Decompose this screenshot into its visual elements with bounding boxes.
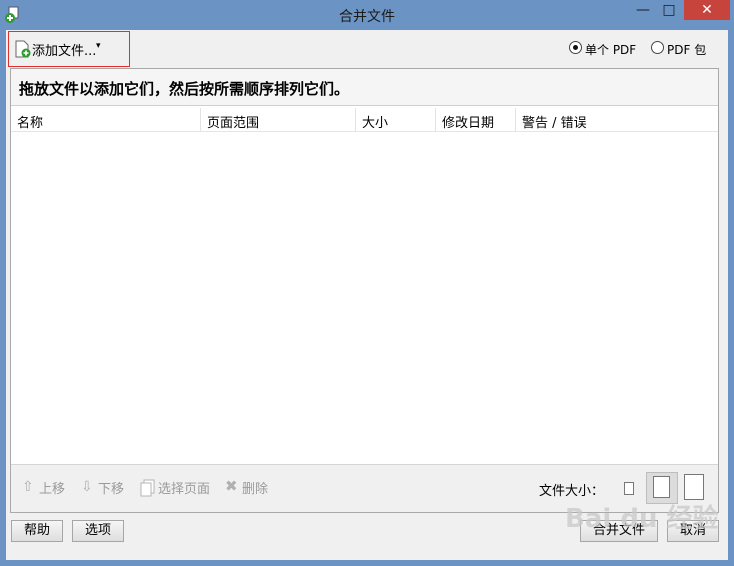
add-files-label: 添加文件... xyxy=(32,44,97,59)
options-button[interactable]: 选项 xyxy=(72,520,124,542)
help-button[interactable]: 帮助 xyxy=(11,520,63,542)
radio-pdf-package-label[interactable]: PDF 包 xyxy=(667,41,706,58)
radio-pdf-package[interactable] xyxy=(651,41,664,54)
delete-button[interactable]: 删除 xyxy=(242,478,268,497)
add-file-icon xyxy=(15,40,31,58)
pages-icon xyxy=(140,479,155,497)
minimize-button[interactable]: — xyxy=(630,0,656,20)
column-header-page-range[interactable]: 页面范围 xyxy=(207,112,259,131)
small-document-icon xyxy=(624,482,634,495)
column-divider[interactable] xyxy=(435,108,436,131)
arrow-down-icon: ⇩ xyxy=(81,479,93,495)
drop-hint: 拖放文件以添加它们，然后按所需顺序排列它们。 xyxy=(19,80,350,98)
column-divider[interactable] xyxy=(515,108,516,131)
chevron-down-icon[interactable]: ▾ xyxy=(96,41,101,51)
radio-single-pdf-label[interactable]: 单个 PDF xyxy=(585,41,636,58)
window-title: 合并文件 xyxy=(339,9,395,25)
delete-icon: ✖ xyxy=(225,477,238,495)
file-size-label: 文件大小： xyxy=(539,484,605,499)
column-header-size[interactable]: 大小 xyxy=(362,112,388,131)
column-header-modified-date[interactable]: 修改日期 xyxy=(442,112,494,131)
watermark: Bai du 经验 xyxy=(565,504,719,534)
column-header-name[interactable]: 名称 xyxy=(17,112,43,131)
close-button[interactable]: ✕ xyxy=(684,0,730,20)
column-divider[interactable] xyxy=(200,108,201,131)
arrow-up-icon: ⇧ xyxy=(22,479,34,495)
move-up-button[interactable]: 上移 xyxy=(39,478,65,497)
large-document-icon xyxy=(684,474,704,500)
radio-single-pdf[interactable] xyxy=(569,41,582,54)
window-bottom-border xyxy=(0,560,734,566)
column-header-warnings[interactable]: 警告 / 错误 xyxy=(522,112,587,131)
medium-document-icon xyxy=(653,476,670,498)
move-down-button[interactable]: 下移 xyxy=(98,478,124,497)
column-divider[interactable] xyxy=(355,108,356,131)
choose-pages-button[interactable]: 选择页面 xyxy=(158,478,210,497)
file-list-drop-area[interactable] xyxy=(11,132,718,464)
maximize-button[interactable]: □ xyxy=(656,0,682,20)
